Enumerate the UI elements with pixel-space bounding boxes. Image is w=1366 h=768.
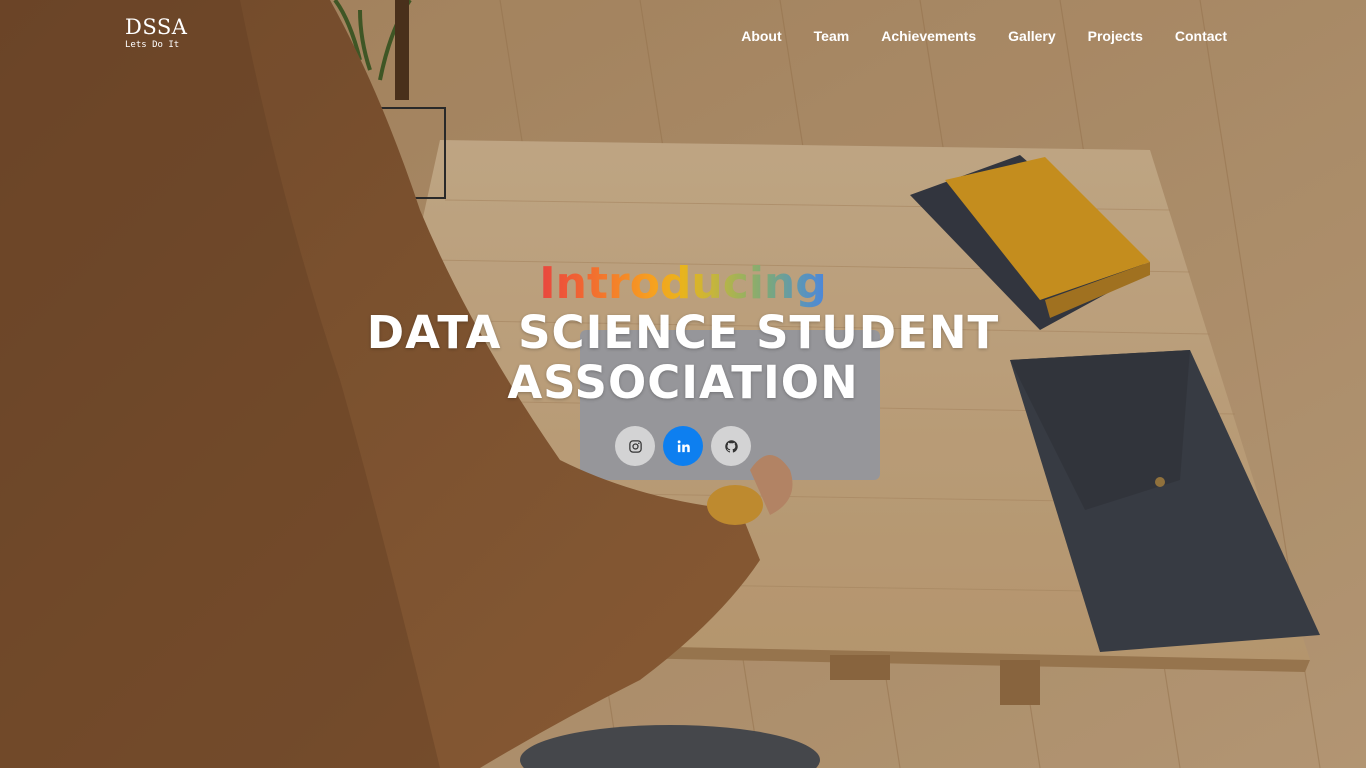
logo[interactable]: DSSA Lets Do It bbox=[120, 14, 190, 58]
nav-link-about[interactable]: About bbox=[741, 26, 781, 46]
intro-word: Introducing bbox=[539, 256, 826, 312]
linkedin-button[interactable] bbox=[663, 426, 703, 466]
nav-link-team[interactable]: Team bbox=[814, 26, 850, 46]
logo-title: DSSA bbox=[125, 15, 188, 39]
hero-title: DATA SCIENCE STUDENT ASSOCIATION bbox=[333, 308, 1033, 408]
hero-section: DSSA Lets Do It About Team Achievements … bbox=[0, 0, 1366, 768]
nav-link-projects[interactable]: Projects bbox=[1088, 26, 1143, 46]
main-nav: About Team Achievements Gallery Projects… bbox=[709, 26, 1227, 46]
github-icon bbox=[724, 439, 738, 453]
instagram-button[interactable] bbox=[615, 426, 655, 466]
intro-text: Introducing bbox=[539, 256, 826, 312]
social-links bbox=[0, 426, 1366, 466]
nav-link-achievements[interactable]: Achievements bbox=[881, 26, 976, 46]
hero-title-line-2: ASSOCIATION bbox=[507, 356, 859, 409]
logo-tagline: Lets Do It bbox=[125, 40, 180, 50]
github-button[interactable] bbox=[711, 426, 751, 466]
hero-content: Introducing DATA SCIENCE STUDENT ASSOCIA… bbox=[0, 256, 1366, 466]
nav-link-gallery[interactable]: Gallery bbox=[1008, 26, 1055, 46]
hero-title-line-1: DATA SCIENCE STUDENT bbox=[366, 306, 1000, 359]
instagram-icon bbox=[628, 439, 642, 453]
nav-link-contact[interactable]: Contact bbox=[1175, 26, 1227, 46]
linkedin-icon bbox=[677, 439, 690, 452]
